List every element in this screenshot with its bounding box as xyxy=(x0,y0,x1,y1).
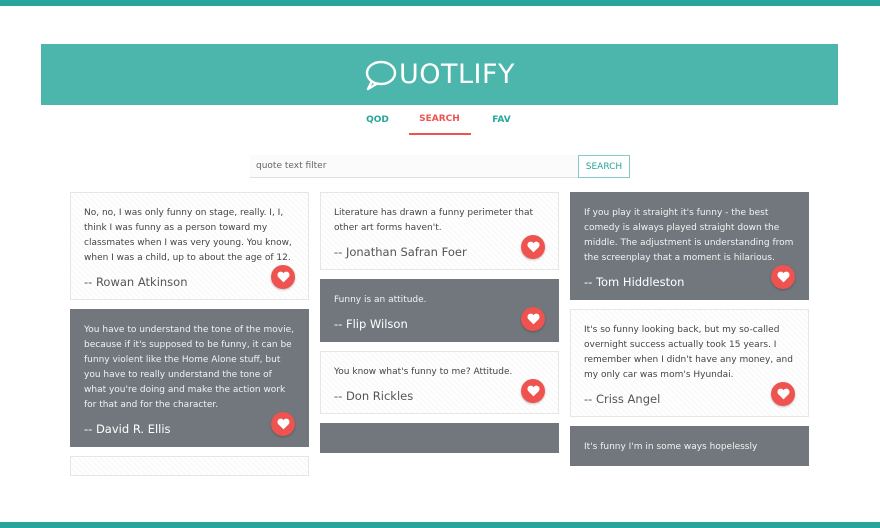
quotes-column-1: No, no, I was only funny on stage, reall… xyxy=(70,192,309,484)
quote-text: If you play it straight it's funny - the… xyxy=(584,208,794,263)
favorite-button[interactable] xyxy=(521,235,545,259)
quotes-column-2: Literature has drawn a funny perimeter t… xyxy=(320,192,559,462)
quotes-grid: No, no, I was only funny on stage, reall… xyxy=(70,192,810,484)
heart-icon xyxy=(276,418,290,430)
quote-card: It's so funny looking back, but my so-ca… xyxy=(570,309,809,417)
app-logo: UOTLIFY xyxy=(364,59,515,91)
app-window: UOTLIFY QOD SEARCH FAV SEARCH No, no, I … xyxy=(41,44,838,484)
bottom-frame-bar xyxy=(0,522,880,528)
app-header: UOTLIFY xyxy=(41,44,838,105)
quote-card: No, no, I was only funny on stage, reall… xyxy=(70,192,309,300)
quote-card: You know what's funny to me? Attitude. -… xyxy=(320,351,559,414)
tab-qod[interactable]: QOD xyxy=(347,105,409,135)
favorite-button[interactable] xyxy=(521,307,545,331)
quote-text: Literature has drawn a funny perimeter t… xyxy=(334,208,534,233)
search-bar: SEARCH xyxy=(250,155,630,178)
speech-bubble-icon xyxy=(365,60,397,90)
quote-card: It's funny I'm in some ways hopelessly xyxy=(570,426,809,466)
quote-author: -- Flip Wilson xyxy=(334,317,408,331)
quote-card: Literature has drawn a funny perimeter t… xyxy=(320,192,559,270)
search-input[interactable] xyxy=(250,155,578,178)
quote-card: Funny is an attitude. -- Flip Wilson xyxy=(320,279,559,342)
favorite-button[interactable] xyxy=(521,379,545,403)
heart-icon xyxy=(776,388,790,400)
quote-text: It's so funny looking back, but my so-ca… xyxy=(584,325,793,380)
quote-text: No, no, I was only funny on stage, reall… xyxy=(84,208,292,263)
quote-card-partial xyxy=(70,456,309,476)
quote-author: -- Jonathan Safran Foer xyxy=(334,245,467,259)
quote-text: It's funny I'm in some ways hopelessly xyxy=(584,442,758,452)
favorite-button[interactable] xyxy=(771,265,795,289)
heart-icon xyxy=(526,313,540,325)
heart-icon xyxy=(776,271,790,283)
quote-card: If you play it straight it's funny - the… xyxy=(570,192,809,300)
top-frame-bar xyxy=(0,0,880,6)
tab-bar: QOD SEARCH FAV xyxy=(41,105,838,137)
quote-text: You know what's funny to me? Attitude. xyxy=(334,367,513,377)
tab-search[interactable]: SEARCH xyxy=(408,105,471,135)
quote-text: Funny is an attitude. xyxy=(334,295,427,305)
quote-author: -- Rowan Atkinson xyxy=(84,275,188,289)
heart-icon xyxy=(526,385,540,397)
quote-card-partial xyxy=(320,423,559,453)
app-title-text: UOTLIFY xyxy=(398,59,516,90)
quote-author: -- Criss Angel xyxy=(584,392,661,406)
favorite-button[interactable] xyxy=(271,412,295,436)
quote-author: -- Don Rickles xyxy=(334,389,414,403)
favorite-button[interactable] xyxy=(271,265,295,289)
quote-card: You have to understand the tone of the m… xyxy=(70,309,309,447)
heart-icon xyxy=(276,271,290,283)
quote-author: -- Tom Hiddleston xyxy=(584,275,685,289)
quote-author: -- David R. Ellis xyxy=(84,422,171,436)
favorite-button[interactable] xyxy=(771,382,795,406)
tab-fav[interactable]: FAV xyxy=(471,105,533,135)
heart-icon xyxy=(526,241,540,253)
search-button[interactable]: SEARCH xyxy=(578,155,630,178)
quotes-column-3: If you play it straight it's funny - the… xyxy=(570,192,809,475)
quote-text: You have to understand the tone of the m… xyxy=(84,325,295,410)
